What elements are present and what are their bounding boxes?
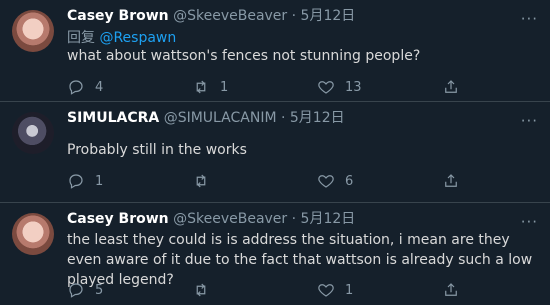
mention-link[interactable]: @Respawn — [99, 30, 176, 46]
reply-button[interactable]: 1 — [67, 172, 103, 190]
avatar[interactable] — [12, 213, 54, 255]
retweet-icon — [196, 80, 206, 94]
separator: · — [276, 110, 290, 126]
like-count: 13 — [345, 79, 362, 95]
reply-button[interactable]: 4 — [67, 78, 103, 96]
separator: · — [287, 8, 301, 24]
tweet[interactable]: SIMULACRA @SIMULACANIM · 5月12日 ··· Proba… — [0, 101, 550, 203]
reply-icon — [69, 283, 83, 298]
share-button[interactable] — [442, 172, 460, 190]
like-count: 1 — [345, 282, 354, 298]
tweet-date[interactable]: 5月12日 — [290, 110, 345, 126]
author-handle[interactable]: @SkeeveBeaver — [173, 8, 287, 24]
like-count: 6 — [345, 173, 354, 189]
reply-prefix: 回复 — [67, 30, 95, 46]
share-icon — [445, 283, 457, 296]
separator: · — [287, 211, 301, 227]
tweet-date[interactable]: 5月12日 — [301, 8, 356, 24]
heart-icon — [318, 175, 334, 188]
retweet-button[interactable]: 1 — [192, 78, 228, 96]
tweet-text: Probably still in the works — [67, 142, 247, 158]
reply-button[interactable]: 5 — [67, 281, 103, 299]
share-icon — [445, 174, 457, 187]
heart-icon — [318, 284, 334, 297]
reply-count: 4 — [95, 79, 104, 95]
avatar[interactable] — [12, 10, 54, 52]
more-icon[interactable]: ··· — [521, 213, 538, 231]
reply-count: 1 — [95, 173, 104, 189]
avatar[interactable] — [12, 112, 54, 154]
tweet[interactable]: Casey Brown @SkeeveBeaver · 5月12日 ··· 回复… — [0, 0, 550, 101]
reply-icon — [69, 174, 83, 189]
author-handle[interactable]: @SkeeveBeaver — [173, 211, 287, 227]
retweet-icon — [196, 174, 206, 188]
author-name[interactable]: Casey Brown — [67, 211, 169, 227]
tweet-header: SIMULACRA @SIMULACANIM · 5月12日 — [67, 107, 345, 127]
retweet-button[interactable] — [192, 281, 220, 299]
tweet[interactable]: Casey Brown @SkeeveBeaver · 5月12日 ··· th… — [0, 202, 550, 305]
share-button[interactable] — [442, 78, 460, 96]
tweet-text: what about wattson's fences not stunning… — [67, 48, 421, 64]
heart-icon — [318, 81, 334, 94]
tweet-header: Casey Brown @SkeeveBeaver · 5月12日 — [67, 208, 355, 228]
tweet-header: Casey Brown @SkeeveBeaver · 5月12日 — [67, 5, 355, 25]
like-button[interactable]: 1 — [317, 281, 353, 299]
tweet-actions: 5 1 — [67, 281, 527, 301]
share-icon — [445, 80, 457, 93]
like-button[interactable]: 6 — [317, 172, 353, 190]
retweet-count: 1 — [220, 79, 229, 95]
more-icon[interactable]: ··· — [521, 10, 538, 28]
author-handle[interactable]: @SIMULACANIM — [164, 110, 277, 126]
author-name[interactable]: Casey Brown — [67, 8, 169, 24]
reply-icon — [69, 80, 83, 95]
retweet-icon — [196, 283, 206, 297]
share-button[interactable] — [442, 281, 460, 299]
retweet-button[interactable] — [192, 172, 220, 190]
more-icon[interactable]: ··· — [521, 112, 538, 130]
tweet-actions: 4 1 13 — [67, 78, 527, 98]
like-button[interactable]: 13 — [317, 78, 362, 96]
reply-count: 5 — [95, 282, 104, 298]
tweet-actions: 1 6 — [67, 172, 527, 192]
author-name[interactable]: SIMULACRA — [67, 110, 159, 126]
reply-context: 回复 @Respawn — [67, 27, 176, 47]
tweet-date[interactable]: 5月12日 — [301, 211, 356, 227]
